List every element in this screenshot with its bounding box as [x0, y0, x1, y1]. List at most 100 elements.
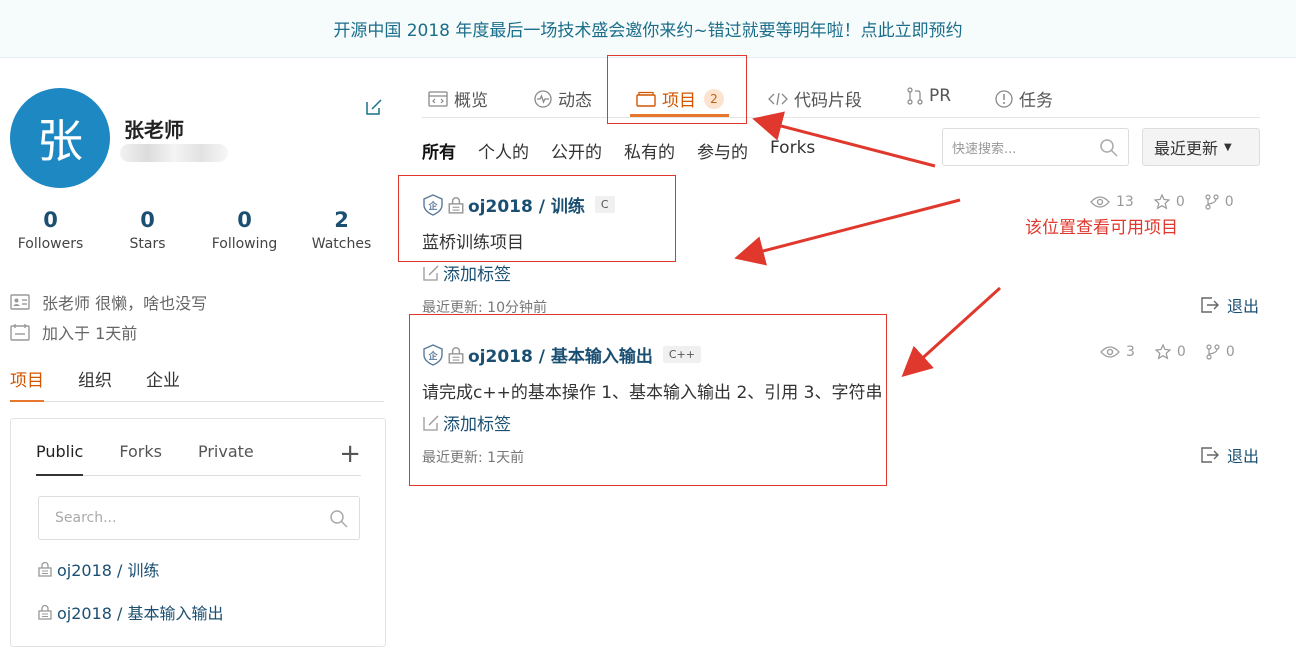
quick-search-input[interactable]: 快速搜索... [942, 128, 1129, 166]
tab-forks[interactable]: Forks [119, 442, 162, 476]
watch-value: 13 [1116, 194, 1134, 210]
tab-public[interactable]: Public [36, 442, 84, 476]
exit-label: 退出 [1227, 447, 1260, 466]
stat-label: Watches [311, 236, 372, 252]
tab-projects[interactable]: 项目 [10, 366, 44, 402]
add-icon[interactable]: + [339, 441, 361, 467]
exit-button[interactable]: 退出 [1200, 293, 1259, 317]
stat-following[interactable]: 0 Following [196, 208, 293, 252]
stat-value: 0 [237, 208, 252, 232]
star-icon [1153, 194, 1170, 210]
stat-label: Following [211, 236, 278, 252]
side-repo-link[interactable]: oj2018 / 训练 [37, 557, 160, 581]
sort-dropdown[interactable]: 最近更新 ▼ [1142, 128, 1260, 166]
search-icon[interactable] [1099, 138, 1119, 158]
tab-label: 动态 [558, 91, 592, 111]
fork-count[interactable]: 0 [1206, 344, 1235, 360]
tab-enterprises[interactable]: 企业 [146, 366, 180, 402]
search-icon[interactable] [329, 509, 349, 529]
star-count[interactable]: 0 [1153, 194, 1185, 210]
highlight-box-repo-2 [409, 314, 887, 486]
side-repo-card: Public Forks Private + Search... oj2018 … [10, 418, 386, 647]
side-search-input[interactable]: Search... [38, 496, 360, 540]
filter-participated[interactable]: 参与的 [697, 138, 748, 163]
watch-value: 3 [1126, 344, 1135, 360]
star-icon [1154, 344, 1171, 360]
profile-joined: 加入于 1天前 [10, 320, 137, 344]
exit-label: 退出 [1227, 297, 1260, 316]
stat-value: 0 [140, 208, 155, 232]
sort-label: 最近更新 [1154, 139, 1219, 158]
id-card-icon [10, 294, 30, 310]
repo-stats: 3 0 0 [1100, 344, 1255, 360]
side-repo-name[interactable]: oj2018 / 基本输入输出 [57, 600, 224, 624]
lock-icon [38, 561, 52, 577]
profile-tabs: 项目 组织 企业 [10, 366, 384, 402]
star-value: 0 [1176, 344, 1186, 360]
side-repo-link[interactable]: oj2018 / 基本输入输出 [37, 600, 224, 624]
filter-private[interactable]: 私有的 [624, 138, 675, 163]
fork-count[interactable]: 0 [1205, 194, 1234, 210]
fork-icon [1206, 344, 1220, 360]
profile-bio: 张老师 很懒，啥也没写 [10, 290, 207, 314]
side-repo-tabs: Public Forks Private [36, 442, 361, 476]
project-filters: 所有 个人的 公开的 私有的 参与的 Forks [422, 138, 837, 163]
fork-value: 0 [1225, 344, 1235, 360]
edit-icon [423, 265, 439, 281]
filter-all[interactable]: 所有 [422, 138, 456, 163]
filter-personal[interactable]: 个人的 [478, 138, 529, 163]
side-repo-name[interactable]: oj2018 / 训练 [57, 557, 160, 581]
star-value: 0 [1175, 194, 1185, 210]
user-name: 张老师 [124, 118, 184, 142]
stat-label: Stars [129, 236, 166, 252]
tab-pull-requests[interactable]: PR [907, 86, 951, 106]
stat-followers[interactable]: 0 Followers [2, 208, 99, 252]
avatar: 张 [10, 88, 110, 188]
star-count[interactable]: 0 [1154, 344, 1186, 360]
fork-value: 0 [1224, 194, 1234, 210]
stat-value: 2 [334, 208, 349, 232]
highlight-box-repo-1 [398, 175, 676, 262]
watch-count[interactable]: 3 [1100, 344, 1135, 360]
issue-icon [995, 89, 1013, 108]
calendar-icon [10, 324, 30, 341]
watch-count[interactable]: 13 [1090, 194, 1134, 210]
tab-label: PR [929, 86, 952, 106]
annotation-note: 该位置查看可用项目 [1025, 218, 1178, 238]
fork-icon [1205, 194, 1219, 210]
joined-text: 加入于 1天前 [42, 324, 138, 343]
arrow-to-repo-2 [901, 286, 1002, 378]
tab-organizations[interactable]: 组织 [78, 366, 112, 402]
promo-banner-text[interactable]: 开源中国 2018 年度最后一场技术盛会邀你来约~错过就要等明年啦！点此立即预约 [333, 16, 962, 41]
filter-forks[interactable]: Forks [770, 138, 815, 163]
stat-watches[interactable]: 2 Watches [293, 208, 390, 252]
profile-stats: 0 Followers 0 Stars 0 Following 2 Watche… [2, 208, 390, 252]
exit-icon [1201, 447, 1219, 463]
caret-down-icon: ▼ [1224, 141, 1232, 153]
filter-public[interactable]: 公开的 [551, 138, 602, 163]
exit-button[interactable]: 退出 [1200, 443, 1259, 467]
edit-icon[interactable] [365, 98, 383, 116]
tab-issues[interactable]: 任务 [995, 86, 1053, 111]
side-search-placeholder: Search... [55, 510, 117, 526]
arrow-to-repo-1 [734, 198, 961, 266]
tab-activity[interactable]: 动态 [534, 86, 592, 111]
eye-icon [1100, 346, 1120, 358]
tab-code-snippets[interactable]: 代码片段 [768, 86, 862, 111]
promo-banner[interactable]: 开源中国 2018 年度最后一场技术盛会邀你来约~错过就要等明年啦！点此立即预约 [0, 0, 1296, 58]
activity-icon [534, 89, 552, 108]
repo-stats: 13 0 0 [1090, 194, 1254, 210]
quick-search-placeholder: 快速搜索... [952, 141, 1017, 157]
tab-overview[interactable]: 概览 [428, 86, 488, 111]
tab-private[interactable]: Private [198, 442, 254, 476]
blurred-username [120, 144, 228, 162]
stat-label: Followers [17, 236, 84, 252]
stat-value: 0 [43, 208, 58, 232]
pull-request-icon [907, 87, 923, 105]
eye-icon [1090, 196, 1110, 208]
code-icon [768, 92, 788, 105]
tab-label: 概览 [454, 91, 488, 111]
overview-icon [428, 90, 448, 107]
stat-stars[interactable]: 0 Stars [99, 208, 196, 252]
add-tag-link[interactable]: 添加标签 [422, 260, 511, 285]
